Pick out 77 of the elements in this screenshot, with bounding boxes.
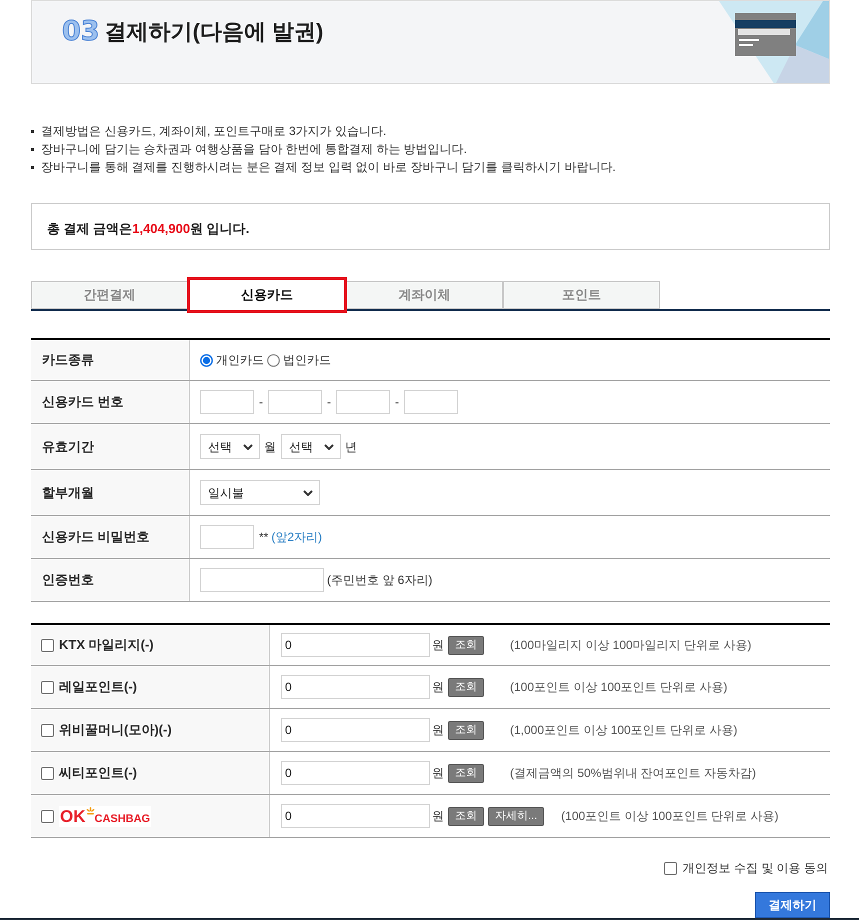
- row-label: 인증번호: [31, 559, 190, 601]
- hint-text: (주민번호 앞 6자리): [327, 572, 432, 589]
- amount-field[interactable]: 0: [281, 804, 430, 828]
- logo-mark-text: OK: [60, 808, 86, 824]
- step-number: 03: [62, 16, 100, 48]
- lookup-button[interactable]: 조회: [448, 720, 484, 740]
- page-title: 결제하기(다음에 발권): [104, 18, 324, 46]
- bullet-icon: [31, 130, 34, 132]
- amount-field[interactable]: 0: [281, 675, 430, 699]
- card-number-field[interactable]: [404, 390, 458, 414]
- point-label: 위비꿀머니(모아)(-): [59, 721, 172, 740]
- bullet-icon: [31, 148, 34, 150]
- tab[interactable]: 신용카드: [187, 277, 347, 313]
- checkbox[interactable]: [41, 724, 54, 736]
- separator-text: -: [258, 394, 264, 411]
- chevron-down-icon: [324, 444, 334, 450]
- sparkle-icon: [86, 806, 94, 816]
- input-field[interactable]: [200, 568, 324, 592]
- unit-text: 원: [432, 808, 444, 825]
- dropdown-select[interactable]: 선택: [200, 434, 260, 459]
- row-label: 할부개월: [31, 470, 190, 515]
- chevron-down-icon: [243, 444, 253, 450]
- note-text: 장바구니에 담기는 승차권과 여행상품을 담아 한번에 통합결제 하는 방법입니다.: [41, 141, 468, 158]
- unit-text: 원: [432, 765, 444, 782]
- checkbox[interactable]: [664, 862, 677, 874]
- row-label: 유효기간: [31, 424, 190, 469]
- amount-field[interactable]: 0: [281, 761, 430, 785]
- mask-text: **: [259, 529, 268, 546]
- radio-button[interactable]: [267, 354, 280, 366]
- card-icon: [735, 13, 796, 56]
- checkbox[interactable]: [41, 680, 54, 694]
- unit-text: 원: [432, 679, 444, 696]
- unit-text: 월: [264, 438, 276, 456]
- separator-text: -: [326, 394, 332, 411]
- checkbox[interactable]: [41, 638, 54, 652]
- hint-text: (앞2자리): [271, 529, 322, 546]
- checkbox[interactable]: [41, 810, 54, 822]
- row-label: 신용카드 번호: [31, 381, 190, 423]
- lookup-button[interactable]: 자세히...: [488, 806, 544, 826]
- logo-wordmark-text: CASHBAG: [94, 814, 150, 824]
- row-label: 신용카드 비밀번호: [31, 516, 190, 558]
- lookup-button[interactable]: 조회: [448, 636, 484, 654]
- amount-field[interactable]: 0: [281, 718, 430, 742]
- point-label: 씨티포인트(-): [59, 764, 137, 782]
- card-number-field[interactable]: [336, 390, 390, 414]
- usage-note: (100포인트 이상 100포인트 단위로 사용): [561, 808, 779, 825]
- lookup-button[interactable]: 조회: [448, 678, 484, 696]
- usage-note: (100마일리지 이상 100마일리지 단위로 사용): [510, 637, 752, 654]
- dropdown-select[interactable]: 일시불: [200, 480, 320, 505]
- amount-field[interactable]: 0: [281, 633, 430, 657]
- usage-note: (결제금액의 50%범위내 잔여포인트 자동차감): [510, 765, 756, 782]
- unit-text: 년: [345, 438, 357, 456]
- separator-text: -: [394, 394, 400, 411]
- usage-note: (1,000포인트 이상 100포인트 단위로 사용): [510, 722, 738, 739]
- unit-text: 원: [432, 722, 444, 739]
- radio-label[interactable]: 법인카드: [283, 351, 331, 369]
- unit-text: 원: [432, 637, 444, 654]
- radio-label[interactable]: 개인카드: [216, 351, 264, 369]
- total-amount-text: 총 결제 금액은1,404,900원 입니다.: [47, 220, 250, 238]
- password-field[interactable]: [200, 525, 254, 549]
- bullet-icon: [31, 166, 34, 168]
- row-label: 카드종류: [31, 340, 190, 380]
- dropdown-select[interactable]: 선택: [281, 434, 341, 459]
- card-number-field[interactable]: [200, 390, 254, 414]
- point-label: KTX 마일리지(-): [59, 636, 154, 654]
- consent-label[interactable]: 개인정보 수집 및 이용 동의: [682, 859, 828, 877]
- note-text: 결제방법은 신용카드, 계좌이체, 포인트구매로 3가지가 있습니다.: [41, 123, 386, 140]
- point-label: 레일포인트(-): [59, 678, 137, 696]
- lookup-button[interactable]: 조회: [448, 806, 484, 826]
- radio-button[interactable]: [200, 354, 213, 366]
- pay-button[interactable]: 결제하기: [755, 892, 830, 918]
- card-number-field[interactable]: [268, 390, 322, 414]
- usage-note: (100포인트 이상 100포인트 단위로 사용): [510, 679, 728, 696]
- lookup-button[interactable]: 조회: [448, 764, 484, 782]
- checkbox[interactable]: [41, 766, 54, 780]
- chevron-down-icon: [303, 490, 313, 496]
- note-text: 장바구니를 통해 결제를 진행하시려는 분은 결제 정보 입력 없이 바로 장바구니 담기를 클릭하시기 바랍니다.: [41, 159, 616, 176]
